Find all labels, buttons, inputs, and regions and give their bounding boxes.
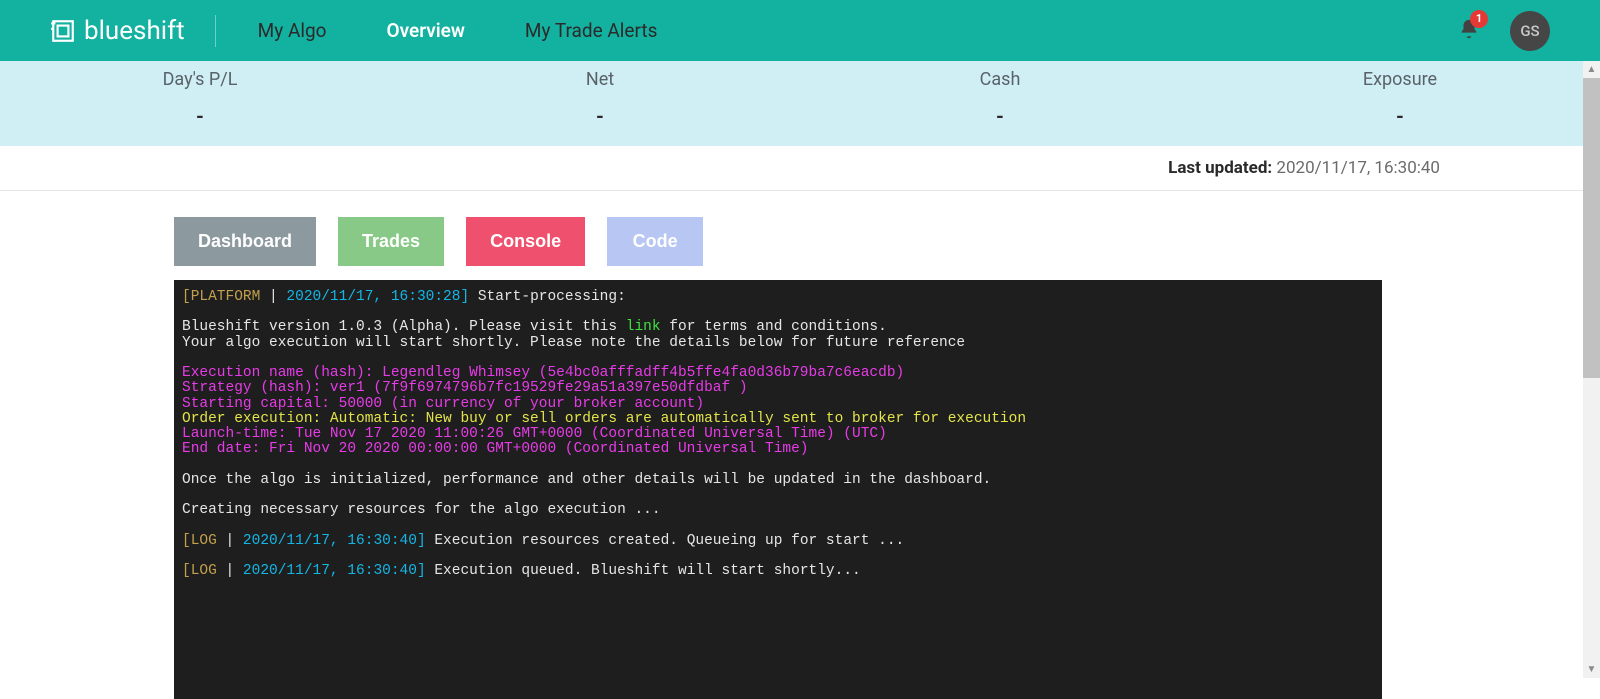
- log-text: Starting capital: 50000 (in currency of …: [182, 396, 704, 412]
- log-msg: Execution resources created. Queueing up…: [426, 533, 905, 549]
- log-sep: |: [226, 563, 243, 579]
- log-tag: [LOG: [182, 533, 226, 549]
- tab-trades[interactable]: Trades: [338, 217, 444, 266]
- stat-label: Net: [400, 69, 800, 90]
- stat-value: -: [0, 104, 400, 128]
- tab-dashboard[interactable]: Dashboard: [174, 217, 316, 266]
- stat-day-pl: Day's P/L -: [0, 69, 400, 128]
- stat-label: Cash: [800, 69, 1200, 90]
- stat-value: -: [800, 104, 1200, 128]
- log-text: Creating necessary resources for the alg…: [182, 502, 661, 518]
- log-msg: Start-processing:: [469, 289, 626, 305]
- log-text: Launch-time: Tue Nov 17 2020 11:00:26 GM…: [182, 426, 887, 442]
- log-text: Blueshift version 1.0.3 (Alpha). Please …: [182, 319, 626, 335]
- content-area: Dashboard Trades Console Code [PLATFORM …: [0, 191, 1554, 699]
- stat-net: Net -: [400, 69, 800, 128]
- brand-name: blueshift: [84, 16, 185, 46]
- scrollbar-vertical[interactable]: ▲ ▼: [1583, 61, 1600, 678]
- log-link[interactable]: link: [626, 319, 661, 335]
- stat-cash: Cash -: [800, 69, 1200, 128]
- log-ts: 2020/11/17, 16:30:40]: [243, 563, 426, 579]
- log-msg: Execution queued. Blueshift will start s…: [426, 563, 861, 579]
- last-updated-time: 2020/11/17, 16:30:40: [1276, 158, 1440, 178]
- stats-bar: Day's P/L - Net - Cash - Exposure -: [0, 61, 1600, 146]
- log-text: End date: Fri Nov 20 2020 00:00:00 GMT+0…: [182, 441, 809, 457]
- log-ts: 2020/11/17, 16:30:28]: [286, 289, 469, 305]
- stat-label: Exposure: [1200, 69, 1600, 90]
- nav-divider: [215, 15, 216, 47]
- last-updated-label: Last updated:: [1168, 158, 1276, 178]
- log-text: Order execution: Automatic: New buy or s…: [182, 411, 1026, 427]
- log-text: Strategy (hash): ver1 (7f9f6974796b7fc19…: [182, 380, 748, 396]
- topbar-left: blueshift My Algo Overview My Trade Aler…: [50, 15, 675, 47]
- log-sep: |: [269, 289, 286, 305]
- nav-my-algo[interactable]: My Algo: [240, 19, 345, 42]
- tab-buttons: Dashboard Trades Console Code: [174, 217, 1554, 266]
- notification-badge: 1: [1470, 10, 1488, 28]
- stat-exposure: Exposure -: [1200, 69, 1600, 128]
- console-output[interactable]: [PLATFORM | 2020/11/17, 16:30:28] Start-…: [174, 280, 1382, 699]
- topbar: blueshift My Algo Overview My Trade Aler…: [0, 0, 1600, 61]
- avatar[interactable]: GS: [1510, 11, 1550, 51]
- log-text: for terms and conditions.: [661, 319, 887, 335]
- stat-label: Day's P/L: [0, 69, 400, 90]
- nav-overview[interactable]: Overview: [368, 19, 482, 42]
- last-updated-row: Last updated: 2020/11/17, 16:30:40: [0, 146, 1600, 191]
- scroll-up-button[interactable]: ▲: [1583, 61, 1600, 78]
- scroll-thumb[interactable]: [1583, 78, 1600, 378]
- blueshift-icon: [50, 18, 76, 44]
- topbar-right: 1 GS: [1458, 11, 1580, 51]
- scroll-down-button[interactable]: ▼: [1583, 661, 1600, 678]
- brand-logo[interactable]: blueshift: [50, 16, 185, 46]
- nav-trade-alerts[interactable]: My Trade Alerts: [507, 19, 675, 42]
- log-text: Execution name (hash): Legendleg Whimsey…: [182, 365, 904, 381]
- log-text: Once the algo is initialized, performanc…: [182, 472, 991, 488]
- notifications-button[interactable]: 1: [1458, 18, 1480, 44]
- tab-code[interactable]: Code: [607, 217, 703, 266]
- log-sep: |: [226, 533, 243, 549]
- tab-console[interactable]: Console: [466, 217, 585, 266]
- stat-value: -: [1200, 104, 1600, 128]
- log-tag: [LOG: [182, 563, 226, 579]
- log-ts: 2020/11/17, 16:30:40]: [243, 533, 426, 549]
- log-tag: [PLATFORM: [182, 289, 269, 305]
- log-text: Your algo execution will start shortly. …: [182, 335, 965, 351]
- stat-value: -: [400, 104, 800, 128]
